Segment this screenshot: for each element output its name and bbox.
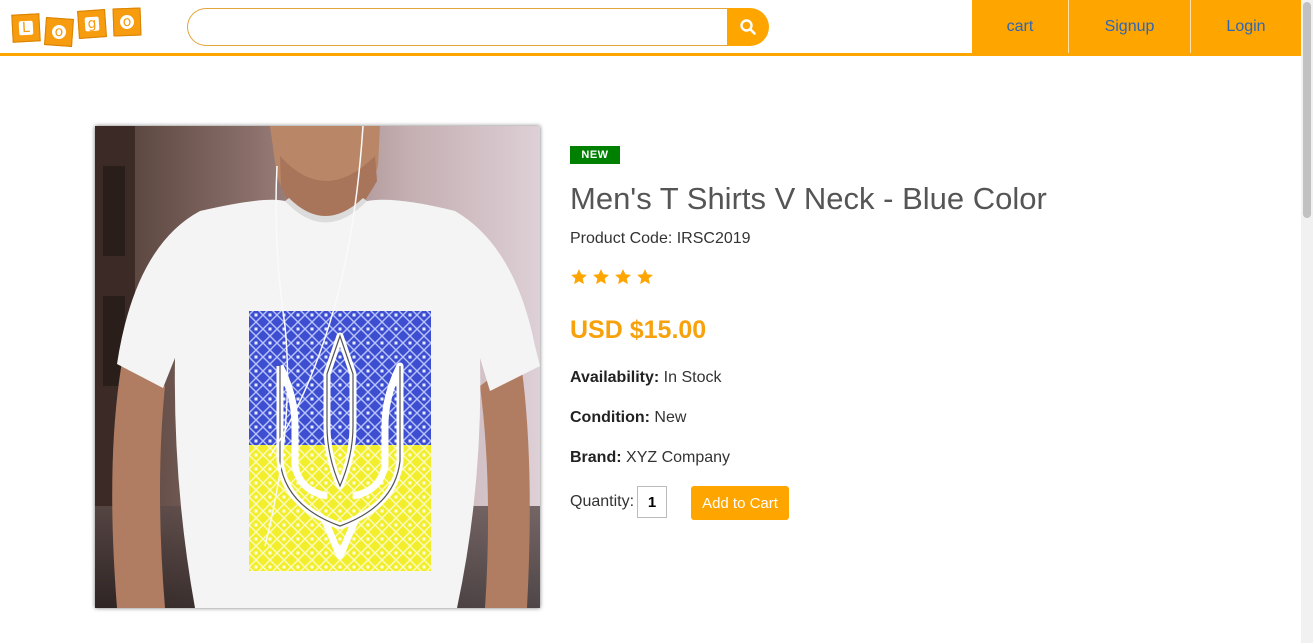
brand-value: XYZ Company — [626, 449, 731, 466]
logo[interactable]: L o g o — [10, 6, 148, 47]
logo-tile-g: g — [77, 9, 107, 39]
search-bar — [187, 8, 769, 46]
search-icon — [740, 19, 756, 35]
brand-row: Brand: XYZ Company — [570, 449, 730, 467]
star-icon — [593, 269, 609, 285]
condition-label: Condition: — [570, 409, 650, 426]
logo-letter: o — [119, 14, 135, 30]
star-icon — [615, 269, 631, 285]
scrollbar-thumb[interactable] — [1303, 2, 1311, 218]
nav-login-link[interactable]: Login — [1191, 0, 1301, 53]
logo-tile-o: o — [44, 17, 74, 47]
nav-cart-link[interactable]: cart — [972, 0, 1069, 53]
product-code-value: IRSC2019 — [676, 230, 751, 247]
quantity-input[interactable] — [637, 486, 667, 518]
search-input[interactable] — [187, 8, 728, 46]
condition-row: Condition: New — [570, 409, 686, 427]
star-icon — [571, 269, 587, 285]
nav-signup-link[interactable]: Signup — [1069, 0, 1191, 53]
site-header: L o g o cart Signup Login — [0, 0, 1301, 56]
search-button[interactable] — [727, 8, 769, 46]
page-scrollbar[interactable] — [1301, 0, 1313, 643]
new-badge: NEW — [570, 146, 620, 164]
logo-letter: L — [18, 20, 34, 36]
product-code-label: Product Code: — [570, 230, 673, 247]
condition-value: New — [654, 409, 687, 426]
product-code: Product Code: IRSC2019 — [570, 230, 751, 248]
logo-letter: g — [84, 16, 100, 32]
availability-value: In Stock — [663, 369, 722, 386]
product-title: Men's T Shirts V Neck - Blue Color — [570, 181, 1047, 216]
product-image[interactable] — [95, 126, 540, 608]
quantity-label: Quantity: — [570, 493, 635, 510]
availability-row: Availability: In Stock — [570, 369, 721, 387]
main-nav: cart Signup Login — [972, 0, 1301, 53]
logo-tile-o2: o — [112, 7, 142, 37]
tshirt-photo — [95, 126, 540, 608]
product-price: USD $15.00 — [570, 316, 707, 344]
availability-label: Availability: — [570, 369, 660, 386]
rating-stars — [570, 268, 654, 286]
star-icon — [637, 269, 653, 285]
logo-tile-l: L — [11, 13, 41, 43]
logo-letter: o — [51, 24, 67, 40]
brand-label: Brand: — [570, 449, 622, 466]
add-to-cart-button[interactable]: Add to Cart — [691, 486, 789, 520]
